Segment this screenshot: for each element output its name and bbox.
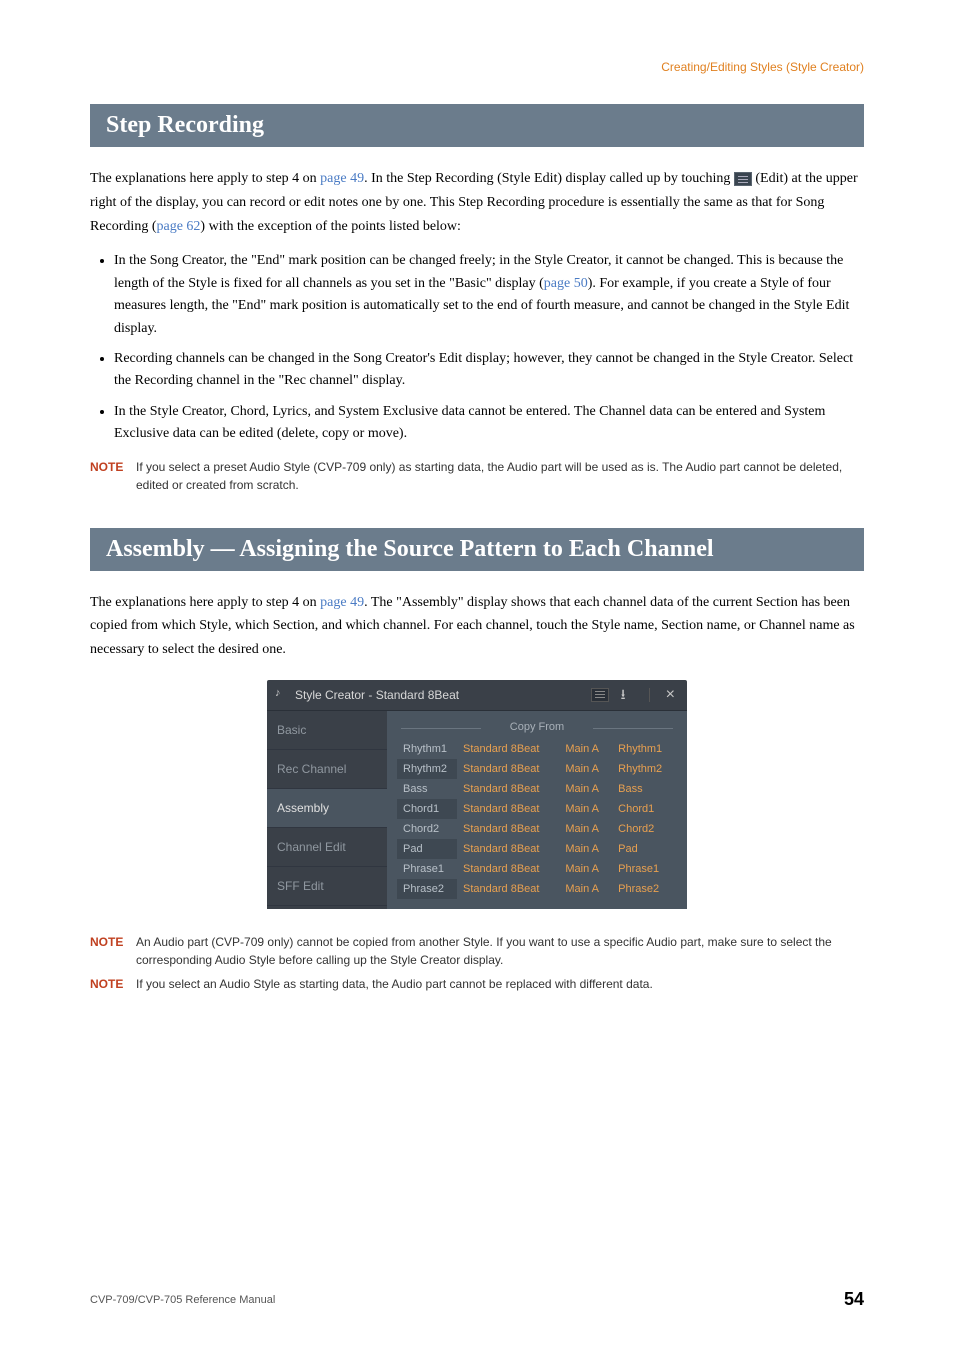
save-icon[interactable]: ⭳	[621, 687, 637, 703]
copy-from-header: Copy From	[397, 717, 677, 739]
body-paragraph: The explanations here apply to step 4 on…	[90, 167, 864, 238]
page-number: 54	[844, 1289, 864, 1310]
note: NOTE An Audio part (CVP-709 only) cannot…	[90, 933, 864, 969]
music-note-icon	[275, 689, 289, 701]
style-cell[interactable]: Standard 8Beat	[457, 739, 559, 759]
section-heading-step-recording: Step Recording	[90, 104, 864, 147]
text: . In the Step Recording (Style Edit) dis…	[364, 171, 734, 186]
channel-label: Phrase2	[397, 879, 457, 899]
tab-sff-edit[interactable]: SFF Edit	[267, 867, 387, 906]
text: The explanations here apply to step 4 on	[90, 595, 320, 610]
section-cell[interactable]: Main A	[559, 739, 612, 759]
note: NOTE If you select an Audio Style as sta…	[90, 975, 864, 993]
source-channel-cell[interactable]: Pad	[612, 839, 677, 859]
channel-label: Pad	[397, 839, 457, 859]
assembly-table: Rhythm1 Standard 8Beat Main A Rhythm1 Rh…	[397, 739, 677, 899]
source-channel-cell[interactable]: Rhythm1	[612, 739, 677, 759]
section-cell[interactable]: Main A	[559, 799, 612, 819]
channel-label: Phrase1	[397, 859, 457, 879]
window-titlebar: Style Creator - Standard 8Beat ⭳ ×	[267, 680, 687, 711]
body-paragraph: The explanations here apply to step 4 on…	[90, 591, 864, 662]
page-footer: CVP-709/CVP-705 Reference Manual 54	[90, 1289, 864, 1310]
table-row: Chord1 Standard 8Beat Main A Chord1	[397, 799, 677, 819]
bullet-list: In the Song Creator, the "End" mark posi…	[114, 250, 864, 445]
page-link[interactable]: page 62	[156, 219, 200, 234]
text: Recording channels can be changed in the…	[114, 351, 853, 388]
style-cell[interactable]: Standard 8Beat	[457, 779, 559, 799]
note-text: If you select a preset Audio Style (CVP-…	[136, 458, 864, 494]
style-creator-window: Style Creator - Standard 8Beat ⭳ × Basic…	[267, 680, 687, 909]
table-row: Rhythm2 Standard 8Beat Main A Rhythm2	[397, 759, 677, 779]
tab-basic[interactable]: Basic	[267, 711, 387, 750]
tab-assembly[interactable]: Assembly	[267, 789, 387, 828]
style-cell[interactable]: Standard 8Beat	[457, 759, 559, 779]
text: In the Style Creator, Chord, Lyrics, and…	[114, 404, 825, 441]
style-cell[interactable]: Standard 8Beat	[457, 879, 559, 899]
source-channel-cell[interactable]: Rhythm2	[612, 759, 677, 779]
tab-rec-channel[interactable]: Rec Channel	[267, 750, 387, 789]
note-label: NOTE	[90, 458, 136, 476]
style-cell[interactable]: Standard 8Beat	[457, 819, 559, 839]
table-row: Bass Standard 8Beat Main A Bass	[397, 779, 677, 799]
style-cell[interactable]: Standard 8Beat	[457, 799, 559, 819]
style-cell[interactable]: Standard 8Beat	[457, 839, 559, 859]
tab-channel-edit[interactable]: Channel Edit	[267, 828, 387, 867]
list-item: In the Style Creator, Chord, Lyrics, and…	[114, 401, 864, 446]
edit-list-icon[interactable]	[591, 688, 609, 702]
breadcrumb: Creating/Editing Styles (Style Creator)	[90, 60, 864, 74]
section-heading-assembly: Assembly — Assigning the Source Pattern …	[90, 528, 864, 571]
channel-label: Bass	[397, 779, 457, 799]
section-cell[interactable]: Main A	[559, 839, 612, 859]
table-row: Phrase2 Standard 8Beat Main A Phrase2	[397, 879, 677, 899]
source-channel-cell[interactable]: Phrase2	[612, 879, 677, 899]
note-text: If you select an Audio Style as starting…	[136, 975, 653, 993]
page-link[interactable]: page 49	[320, 171, 364, 186]
window-title: Style Creator - Standard 8Beat	[295, 688, 591, 702]
source-channel-cell[interactable]: Chord1	[612, 799, 677, 819]
text: The explanations here apply to step 4 on	[90, 171, 320, 186]
table-row: Phrase1 Standard 8Beat Main A Phrase1	[397, 859, 677, 879]
section-cell[interactable]: Main A	[559, 879, 612, 899]
text: ) with the exception of the points liste…	[200, 219, 461, 234]
section-cell[interactable]: Main A	[559, 759, 612, 779]
section-cell[interactable]: Main A	[559, 819, 612, 839]
note: NOTE If you select a preset Audio Style …	[90, 458, 864, 494]
list-item: In the Song Creator, the "End" mark posi…	[114, 250, 864, 340]
channel-label: Chord2	[397, 819, 457, 839]
edit-list-icon	[734, 172, 752, 186]
sidebar: Basic Rec Channel Assembly Channel Edit …	[267, 711, 387, 909]
channel-label: Rhythm2	[397, 759, 457, 779]
table-row: Chord2 Standard 8Beat Main A Chord2	[397, 819, 677, 839]
channel-label: Chord1	[397, 799, 457, 819]
list-item: Recording channels can be changed in the…	[114, 348, 864, 393]
section-cell[interactable]: Main A	[559, 859, 612, 879]
divider	[649, 688, 650, 702]
page-link[interactable]: page 49	[320, 595, 364, 610]
close-icon[interactable]: ×	[662, 686, 679, 704]
note-text: An Audio part (CVP-709 only) cannot be c…	[136, 933, 864, 969]
table-row: Rhythm1 Standard 8Beat Main A Rhythm1	[397, 739, 677, 759]
assembly-panel: Copy From Rhythm1 Standard 8Beat Main A …	[387, 711, 687, 909]
footer-manual-title: CVP-709/CVP-705 Reference Manual	[90, 1294, 275, 1306]
note-label: NOTE	[90, 975, 136, 993]
channel-label: Rhythm1	[397, 739, 457, 759]
source-channel-cell[interactable]: Chord2	[612, 819, 677, 839]
note-label: NOTE	[90, 933, 136, 951]
source-channel-cell[interactable]: Bass	[612, 779, 677, 799]
style-cell[interactable]: Standard 8Beat	[457, 859, 559, 879]
page-link[interactable]: page 50	[544, 276, 588, 291]
source-channel-cell[interactable]: Phrase1	[612, 859, 677, 879]
table-row: Pad Standard 8Beat Main A Pad	[397, 839, 677, 859]
section-cell[interactable]: Main A	[559, 779, 612, 799]
